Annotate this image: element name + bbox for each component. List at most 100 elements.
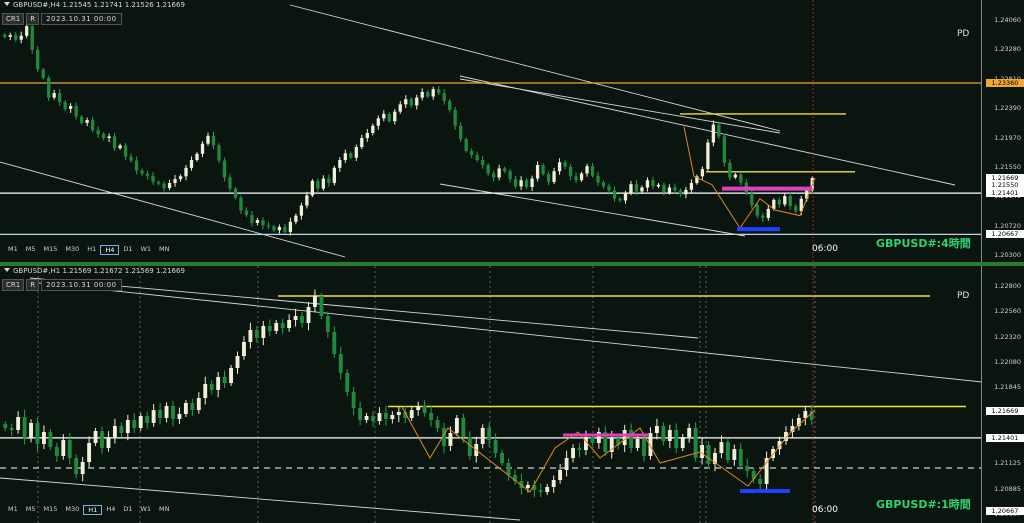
candle-body	[319, 296, 324, 316]
timeframe-button-w1[interactable]: W1	[136, 245, 155, 255]
candle-body	[493, 440, 498, 453]
candle-body	[739, 174, 743, 183]
candle-body	[571, 448, 575, 458]
h4-symbol-label: GBPUSD#:4時間	[876, 237, 971, 250]
h1-ohlc-text: GBPUSD#,H1 1.21569 1.21672 1.21569 1.216…	[13, 267, 185, 275]
candle-body	[283, 226, 287, 232]
timeframe-button-m15[interactable]: M15	[40, 245, 62, 255]
dropdown-triangle-icon[interactable]	[4, 268, 10, 272]
timeframe-button-mn[interactable]: MN	[155, 505, 173, 515]
timeframe-button-m30[interactable]: M30	[61, 505, 83, 515]
cr1-button[interactable]: CR1	[2, 13, 25, 25]
candle-body	[596, 175, 600, 183]
h4-date-box[interactable]: 2023.10.31 00:00	[41, 13, 122, 25]
h1-chart-pane[interactable]: GBPUSD#,H1 1.21569 1.21672 1.21569 1.216…	[0, 266, 1024, 523]
candle-body	[287, 320, 292, 328]
candle-body	[162, 183, 166, 189]
candle-body	[651, 180, 655, 187]
timeframe-button-m1[interactable]: M1	[4, 505, 22, 515]
price-tick-label: 1.21845	[994, 383, 1021, 392]
price-tick-label: 1.23280	[994, 45, 1021, 54]
candle-body	[203, 384, 208, 398]
candle-body	[684, 189, 688, 195]
candle-body	[642, 439, 646, 456]
candle-body	[396, 412, 401, 415]
candle-body	[338, 159, 342, 168]
candle-body	[216, 377, 221, 390]
candle-body	[437, 89, 441, 94]
timeframe-button-m5[interactable]: M5	[22, 245, 40, 255]
candle-body	[387, 113, 391, 122]
timeframe-button-d1[interactable]: D1	[119, 505, 136, 515]
candle-body	[145, 173, 150, 176]
candle-body	[244, 210, 249, 216]
h4-chart-pane[interactable]: GBPUSD#,H4 1.21545 1.21741 1.21526 1.216…	[0, 0, 1024, 262]
timeframe-button-h4[interactable]: H4	[100, 245, 120, 255]
candle-body	[719, 442, 724, 453]
candle-body	[248, 330, 253, 342]
candle-body	[52, 93, 56, 98]
h4-chart-canvas	[0, 0, 982, 262]
h1-time-label: 06:00	[812, 505, 838, 515]
candle-body	[22, 417, 27, 438]
timeframe-button-w1[interactable]: W1	[136, 505, 155, 515]
candle-body	[299, 205, 304, 216]
trend-line	[459, 78, 781, 134]
timeframe-button-h1[interactable]: H1	[83, 505, 103, 515]
candle-body	[267, 326, 272, 331]
candle-body	[634, 184, 639, 192]
timeframe-button-m30[interactable]: M30	[61, 245, 83, 255]
candle-body	[19, 35, 23, 40]
candle-body	[706, 142, 710, 169]
h1-price-axis[interactable]: 1.22800 1.22560 1.22320 1.22080 1.21845 1.216…	[981, 266, 1024, 523]
candle-body	[63, 102, 67, 109]
price-tick-label: 1.20885	[994, 484, 1021, 493]
candle-body	[140, 170, 144, 174]
candle-body	[190, 403, 195, 410]
candle-body	[502, 168, 507, 172]
timeframe-button-m15[interactable]: M15	[40, 505, 62, 515]
candle-body	[9, 428, 14, 430]
candle-body	[538, 490, 543, 492]
candle-body	[80, 116, 84, 123]
timeframe-button-h1[interactable]: H1	[83, 245, 100, 255]
r-button[interactable]: R	[26, 13, 40, 25]
candle-body	[294, 215, 298, 222]
timeframe-button-d1[interactable]: D1	[119, 245, 136, 255]
candle-body	[654, 426, 659, 433]
candle-body	[74, 458, 79, 474]
cr1-button[interactable]: CR1	[2, 279, 25, 291]
h4-pd-label: PD	[957, 29, 970, 39]
candle-body	[74, 106, 78, 117]
candle-body	[35, 423, 40, 444]
candle-body	[29, 423, 33, 438]
candle-body	[656, 184, 661, 187]
price-marker-label: 1.20667	[986, 230, 1024, 239]
candle-body	[558, 470, 563, 480]
candle-body	[183, 403, 188, 414]
price-marker-label: 1.21401	[986, 189, 1024, 198]
candle-body	[453, 109, 457, 126]
timeframe-button-m1[interactable]: M1	[4, 245, 22, 255]
candle-body	[217, 145, 221, 161]
timeframe-button-h4[interactable]: H4	[102, 505, 119, 515]
dropdown-triangle-icon[interactable]	[4, 2, 10, 6]
candle-body	[360, 138, 364, 148]
candle-body	[508, 171, 512, 180]
timeframe-button-m5[interactable]: M5	[22, 505, 40, 515]
h1-date-box[interactable]: 2023.10.31 00:00	[41, 279, 122, 291]
candle-body	[667, 187, 672, 193]
candle-body	[758, 479, 763, 484]
r-button[interactable]: R	[26, 279, 40, 291]
candle-body	[700, 445, 705, 458]
h4-price-axis[interactable]: 1.240601.232801.228101.223901.219701.215…	[981, 0, 1024, 262]
candle-body	[607, 186, 611, 191]
candle-body	[577, 448, 582, 450]
candle-body	[398, 104, 402, 112]
candle-body	[80, 462, 85, 474]
candle-body	[745, 466, 750, 471]
candle-body	[242, 342, 246, 356]
candle-body	[541, 165, 545, 175]
candle-body	[585, 166, 589, 174]
timeframe-button-mn[interactable]: MN	[155, 245, 173, 255]
